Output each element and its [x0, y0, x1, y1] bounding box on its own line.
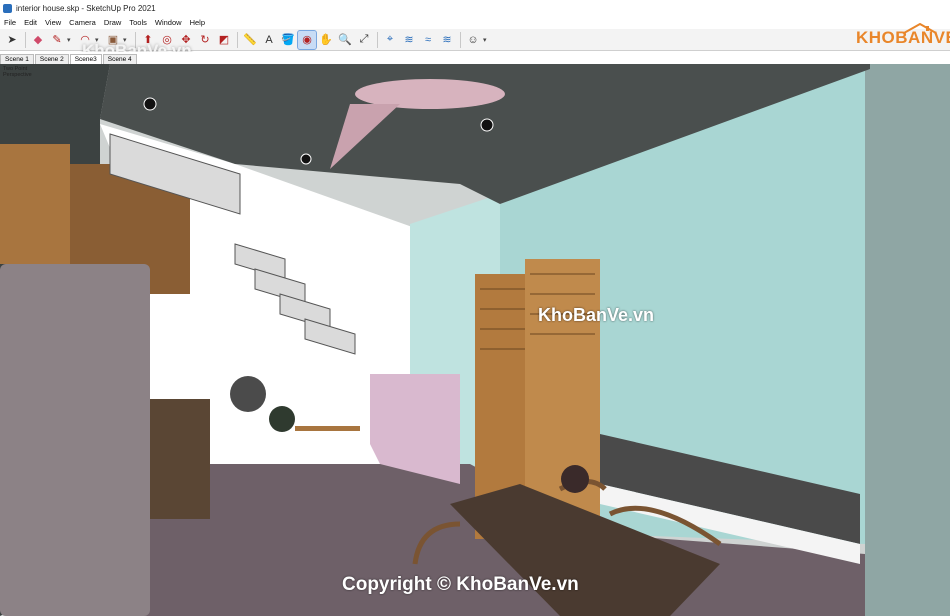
position-camera-icon[interactable]: ⌖ [381, 31, 399, 49]
scene-tab-4[interactable]: Scene 4 [102, 54, 137, 64]
pan-icon[interactable]: ✋ [317, 31, 335, 49]
menu-edit[interactable]: Edit [20, 18, 41, 27]
logo-text: KHOBANVE [856, 28, 950, 47]
menu-window[interactable]: Window [151, 18, 186, 27]
toolbar-divider [25, 31, 26, 48]
title-bar: interior house.skp - SketchUp Pro 2021 [0, 0, 950, 16]
menu-draw[interactable]: Draw [100, 18, 126, 27]
toolbar-divider [237, 31, 238, 48]
walk-icon[interactable]: ≋ [400, 31, 418, 49]
scale-icon[interactable]: ◩ [215, 31, 233, 49]
interior-scene[interactable] [0, 64, 950, 616]
section-plane-icon[interactable]: ≈ [419, 31, 437, 49]
scene-tab-1[interactable]: Scene 1 [0, 54, 34, 64]
zoom-extents-icon[interactable]: ⤢ [355, 31, 373, 49]
scene-tab-2[interactable]: Scene 2 [34, 54, 69, 64]
model-viewport[interactable]: Two Point Perspective KhoBanVe.vn Copyri… [0, 64, 950, 616]
text-icon[interactable]: A [260, 31, 278, 49]
zoom-icon[interactable]: 🔍 [336, 31, 354, 49]
menu-help[interactable]: Help [186, 18, 209, 27]
menu-bar: File Edit View Camera Draw Tools Window … [0, 16, 950, 29]
khobanve-logo: KHOBANVE [856, 23, 950, 51]
chevron-down-icon[interactable]: ▾ [67, 36, 74, 44]
camera-mode-line2: Perspective [3, 72, 32, 78]
sandbox-icon[interactable]: ≋ [438, 31, 456, 49]
scene-tab-3[interactable]: Scene3 [69, 54, 102, 64]
paint-bucket-icon[interactable]: 🪣 [279, 31, 297, 49]
menu-view[interactable]: View [41, 18, 65, 27]
sketchup-app-icon [3, 3, 12, 13]
menu-camera[interactable]: Camera [65, 18, 100, 27]
rotate-icon[interactable]: ↻ [196, 31, 214, 49]
camera-label: Two Point Perspective [3, 66, 32, 78]
eraser-icon[interactable]: ◆ [29, 31, 47, 49]
chevron-down-icon[interactable]: ▾ [483, 36, 490, 44]
pencil-line-icon[interactable]: ✎ [48, 31, 66, 49]
watermark-center: KhoBanVe.vn [538, 305, 655, 325]
toolbar-divider [377, 31, 378, 48]
toolbar-divider [460, 31, 461, 48]
scene-tabs: Scene 1 Scene 2 Scene3 Scene 4 [0, 52, 950, 64]
menu-file[interactable]: File [0, 18, 20, 27]
select-tool-icon[interactable]: ➤ [3, 31, 21, 49]
menu-tools[interactable]: Tools [125, 18, 151, 27]
window-title: interior house.skp - SketchUp Pro 2021 [16, 3, 156, 13]
orbit-icon[interactable]: ◉ [297, 29, 317, 50]
tape-measure-icon[interactable]: 📏 [241, 31, 259, 49]
watermark-copyright: Copyright © KhoBanVe.vn [342, 574, 579, 595]
account-icon[interactable]: ☺ [464, 31, 482, 49]
